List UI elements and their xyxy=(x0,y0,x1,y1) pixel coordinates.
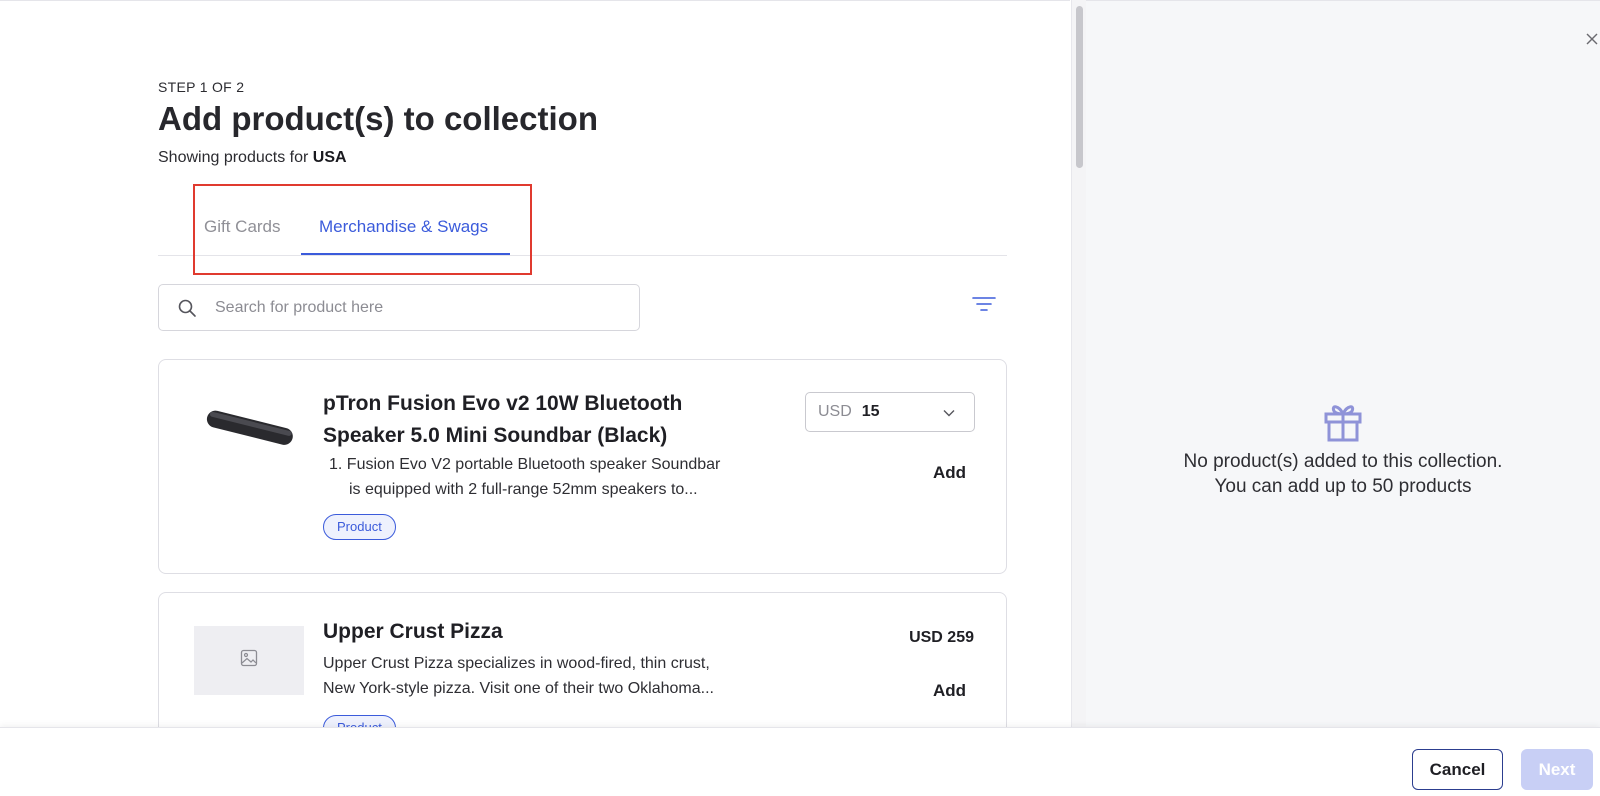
page-title: Add product(s) to collection xyxy=(158,100,598,137)
scrollbar[interactable] xyxy=(1071,0,1086,727)
product-picker-pane: STEP 1 OF 2 Add product(s) to collection… xyxy=(0,0,1070,727)
add-product-button[interactable]: Add xyxy=(933,463,966,483)
footer-bar: Cancel Next xyxy=(0,727,1600,796)
chevron-down-icon xyxy=(942,406,956,420)
image-icon xyxy=(240,649,258,672)
price-value: 15 xyxy=(861,403,880,420)
empty-message-line: You can add up to 50 products xyxy=(1214,476,1472,497)
search-box xyxy=(158,284,640,331)
empty-collection-state: No product(s) added to this collection. … xyxy=(1086,399,1600,499)
step-indicator: STEP 1 OF 2 xyxy=(158,79,245,95)
tabs-highlight-annotation xyxy=(193,184,532,275)
product-description: 1. Fusion Evo V2 portable Bluetooth spea… xyxy=(329,452,720,502)
product-price: USD 259 xyxy=(909,629,974,646)
product-description: Upper Crust Pizza specializes in wood-fi… xyxy=(323,651,714,701)
product-type-badge: Product xyxy=(323,715,396,727)
product-name: pTron Fusion Evo v2 10W Bluetooth Speake… xyxy=(323,388,682,452)
gift-icon xyxy=(1324,405,1362,442)
product-name-line: pTron Fusion Evo v2 10W Bluetooth xyxy=(323,392,683,415)
search-icon xyxy=(177,298,197,318)
product-name: Upper Crust Pizza xyxy=(323,620,503,643)
product-image-placeholder xyxy=(194,626,304,695)
country-name: USA xyxy=(312,149,347,166)
close-icon[interactable] xyxy=(1580,27,1600,51)
country-subtitle: Showing products for USA xyxy=(158,149,347,167)
empty-message-line: No product(s) added to this collection. xyxy=(1183,451,1503,472)
product-image xyxy=(194,392,304,462)
product-name-line: Speaker 5.0 Mini Soundbar (Black) xyxy=(323,424,668,447)
product-type-badge: Product xyxy=(323,514,396,540)
search-input[interactable] xyxy=(215,298,615,317)
description-line: Upper Crust Pizza specializes in wood-fi… xyxy=(323,655,710,672)
cancel-button[interactable]: Cancel xyxy=(1412,749,1503,790)
description-line: is equipped with 2 full-range 52mm speak… xyxy=(349,481,698,498)
description-line: 1. Fusion Evo V2 portable Bluetooth spea… xyxy=(329,456,721,473)
collection-panel: No product(s) added to this collection. … xyxy=(1086,0,1600,727)
scrollbar-thumb[interactable] xyxy=(1076,6,1083,168)
next-button[interactable]: Next xyxy=(1521,749,1593,790)
description-line: New York-style pizza. Visit one of their… xyxy=(323,680,714,697)
product-card: Upper Crust Pizza Upper Crust Pizza spec… xyxy=(158,592,1007,727)
filter-icon[interactable] xyxy=(971,294,997,314)
add-product-button[interactable]: Add xyxy=(933,681,966,701)
subtitle-prefix: Showing products for xyxy=(158,149,309,166)
price-select[interactable]: USD 15 xyxy=(805,392,975,432)
price-currency: USD xyxy=(818,403,852,420)
product-card: pTron Fusion Evo v2 10W Bluetooth Speake… xyxy=(158,359,1007,574)
